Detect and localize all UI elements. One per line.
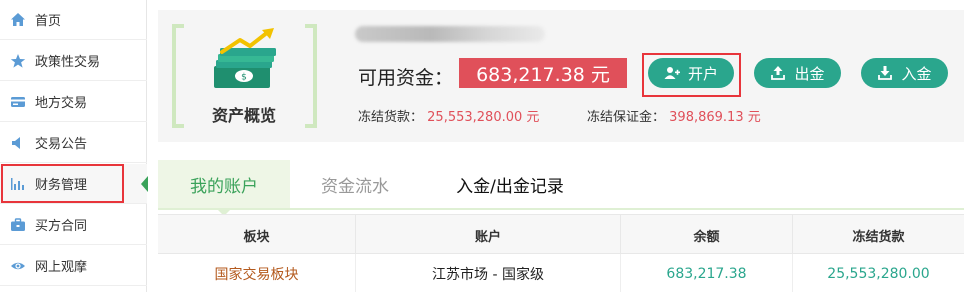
withdraw-button[interactable]: 出金 [754, 58, 841, 88]
table-header: 板块 账户 余额 冻结货款 [158, 214, 964, 255]
frozen-deposit-row: 冻结保证金： 398,869.13 元 [587, 106, 761, 125]
asset-overview-label: 资产概览 [211, 106, 276, 125]
active-indicator-arrow [141, 176, 148, 192]
add-user-icon [664, 67, 680, 79]
sidebar-item-label: 财务管理 [35, 178, 88, 193]
bar-chart-icon [10, 176, 26, 192]
home-icon [10, 12, 26, 28]
app-root: 首页 政策性交易 地方交易 交易公告 财务管理 买方合同 网上观摩 $ 资产概览… [0, 0, 964, 292]
frozen-goods-row: 冻结货款： 25,553,280.00 元 [358, 106, 539, 125]
tab-label: 入金/出金记录 [456, 176, 564, 197]
eye-icon [10, 258, 26, 274]
sidebar-item-label: 首页 [35, 14, 62, 29]
sidebar-item-buyer-contract[interactable]: 买方合同 [0, 205, 147, 245]
sidebar-item-label: 交易公告 [35, 137, 88, 152]
sidebar-item-label: 买方合同 [35, 219, 88, 234]
speaker-icon [10, 135, 26, 151]
sidebar-item-label: 政策性交易 [35, 55, 101, 70]
bracket-left [172, 24, 184, 128]
upload-icon [771, 66, 786, 80]
sidebar-item-label: 地方交易 [35, 96, 88, 111]
table-row[interactable]: 国家交易板块 江苏市场 - 国家级 683,217.38 25,553,280.… [158, 254, 964, 292]
cell-sector: 国家交易板块 [158, 254, 356, 292]
column-header-balance: 余额 [621, 215, 793, 255]
column-header-account: 账户 [356, 215, 621, 255]
briefcase-icon [10, 217, 26, 233]
sidebar-item-trade-notice[interactable]: 交易公告 [0, 123, 147, 163]
open-account-label: 开户 [687, 64, 718, 83]
frozen-goods-label: 冻结货款： [358, 110, 424, 125]
deposit-label: 入金 [901, 64, 932, 83]
main-content: $ 资产概览 可用资金： 683,217.38 元 开户 出金 入金 冻结货款：… [158, 10, 964, 292]
blurred-username [355, 26, 545, 42]
frozen-deposit-value: 398,869.13 元 [669, 110, 761, 125]
tab-my-account[interactable]: 我的账户 [158, 160, 290, 208]
frozen-deposit-label: 冻结保证金： [587, 110, 666, 125]
sidebar-item-local-trade[interactable]: 地方交易 [0, 82, 147, 122]
deposit-button[interactable]: 入金 [861, 58, 948, 88]
sidebar: 首页 政策性交易 地方交易 交易公告 财务管理 买方合同 网上观摩 [0, 0, 147, 292]
sidebar-item-finance[interactable]: 财务管理 [0, 164, 147, 204]
tab-label: 我的账户 [190, 176, 258, 197]
cell-balance: 683,217.38 [621, 254, 793, 292]
sidebar-item-policy-trade[interactable]: 政策性交易 [0, 41, 147, 81]
download-icon [878, 66, 893, 80]
withdraw-label: 出金 [794, 64, 825, 83]
sidebar-item-home[interactable]: 首页 [0, 0, 147, 40]
money-growth-icon: $ [206, 26, 286, 96]
sidebar-item-online-view[interactable]: 网上观摩 [0, 246, 147, 286]
sidebar-item-label: 网上观摩 [35, 260, 88, 275]
frozen-goods-value: 25,553,280.00 元 [427, 110, 540, 125]
tab-deposit-withdraw-records[interactable]: 入金/出金记录 [440, 160, 580, 208]
tab-bar: 我的账户 资金流水 入金/出金记录 [158, 160, 964, 210]
column-header-sector: 板块 [158, 215, 356, 255]
cell-account: 江苏市场 - 国家级 [356, 254, 621, 292]
available-funds-value: 683,217.38 元 [459, 58, 627, 88]
card-icon [10, 94, 26, 110]
tab-label: 资金流水 [321, 176, 389, 197]
open-account-button[interactable]: 开户 [648, 58, 734, 88]
available-funds-label: 可用资金： [358, 67, 454, 89]
bracket-right [305, 24, 317, 128]
star-icon [10, 53, 26, 69]
cell-frozen-goods: 25,553,280.00 [827, 266, 930, 282]
column-header-frozen-goods: 冻结货款 [852, 229, 905, 245]
svg-text:$: $ [241, 73, 247, 83]
asset-summary-panel: $ 资产概览 可用资金： 683,217.38 元 开户 出金 入金 冻结货款：… [158, 10, 964, 142]
tab-fund-flow[interactable]: 资金流水 [300, 160, 410, 208]
